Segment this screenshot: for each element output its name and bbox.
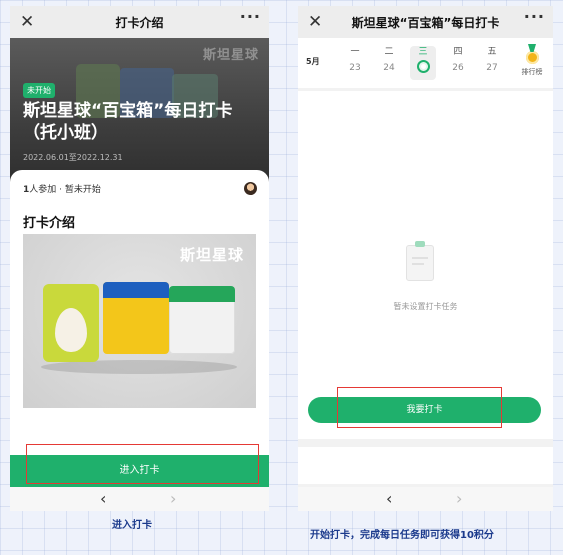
day-wed-today[interactable]: 三: [410, 46, 436, 80]
close-icon[interactable]: ✕: [20, 11, 34, 33]
day-name: 二: [384, 47, 394, 57]
avatar[interactable]: [244, 182, 257, 195]
day-number: 27: [486, 63, 498, 73]
leaderboard-label: 排行榜: [521, 68, 543, 76]
day-name: 四: [453, 47, 463, 57]
day-name: 三: [418, 47, 428, 57]
section-title: 打卡介绍: [23, 216, 76, 231]
right-phone-screen: ✕ 斯坦星球“百宝箱”每日打卡 ··· 5月 一 23 二 24 三 四 26 …: [298, 6, 553, 511]
day-tue[interactable]: 二 24: [376, 46, 402, 80]
product-logo: 斯坦星球: [179, 246, 244, 264]
today-indicator-icon: [416, 60, 430, 73]
checkin-title: 斯坦星球“百宝箱”每日打卡（托小班）: [23, 101, 233, 143]
month-label: 5月: [306, 57, 320, 66]
day-number: 26: [452, 63, 464, 73]
close-icon[interactable]: ✕: [308, 11, 322, 33]
forward-icon[interactable]: ›: [170, 489, 176, 508]
content-strip: [298, 447, 553, 484]
product-box-yellow-top: [103, 282, 169, 298]
product-image: 斯坦星球: [23, 234, 256, 408]
leaderboard-button[interactable]: 排行榜: [519, 44, 545, 77]
empty-clipboard-icon: [402, 241, 438, 285]
day-fri[interactable]: 五 27: [479, 46, 505, 80]
empty-state-text: 暂未设置打卡任务: [393, 302, 458, 311]
week-calendar: 5月 一 23 二 24 三 四 26 五 27 排行榜: [298, 38, 553, 88]
highlight-box-enter: [26, 444, 259, 484]
nav-bar: ✕ 打卡介绍 ···: [10, 6, 269, 38]
day-thu[interactable]: 四 26: [445, 46, 471, 80]
day-mon[interactable]: 一 23: [342, 46, 368, 80]
product-shadow: [41, 360, 237, 374]
clipboard-line: [412, 263, 424, 265]
left-phone-screen: ✕ 打卡介绍 ··· 斯坦星球 未开始 斯坦星球“百宝箱”每日打卡（托小班） 2…: [10, 6, 269, 511]
checkin-date-range: 2022.06.01至2022.12.31: [23, 153, 123, 162]
back-icon[interactable]: ‹: [386, 489, 392, 508]
caption-enter: 进入打卡: [112, 520, 152, 531]
browser-bottom-bar: ‹ ›: [298, 487, 553, 511]
egg: [55, 308, 87, 352]
clipboard-line: [412, 257, 428, 259]
hero-banner: 斯坦星球 未开始 斯坦星球“百宝箱”每日打卡（托小班） 2022.06.01至2…: [10, 38, 269, 188]
caption-checkin: 开始打卡，完成每日任务即可获得10积分: [310, 530, 494, 541]
status-badge: 未开始: [23, 83, 55, 98]
back-icon[interactable]: ‹: [100, 489, 106, 508]
day-name: 五: [487, 47, 497, 57]
more-icon[interactable]: ···: [524, 7, 545, 26]
day-number: 24: [383, 63, 395, 73]
participants-info: 1人参加 · 暂未开始: [23, 182, 101, 195]
page-title: 打卡介绍: [115, 16, 164, 30]
page-title: 斯坦星球“百宝箱”每日打卡: [351, 16, 500, 30]
day-number: 23: [349, 63, 361, 73]
intro-card: 1人参加 · 暂未开始 打卡介绍 斯坦星球: [10, 170, 269, 455]
hero-logo: 斯坦星球: [202, 48, 259, 63]
participants-status: 人参加 · 暂未开始: [29, 185, 101, 195]
clipboard-clip: [415, 241, 425, 247]
highlight-box-checkin: [337, 387, 502, 428]
medal-icon: [525, 51, 539, 64]
product-box-white-top: [169, 286, 235, 302]
browser-bottom-bar: ‹ ›: [10, 487, 269, 511]
more-icon[interactable]: ···: [240, 7, 261, 26]
day-name: 一: [350, 47, 360, 57]
nav-bar: ✕ 斯坦星球“百宝箱”每日打卡 ···: [298, 6, 553, 38]
forward-icon[interactable]: ›: [456, 489, 462, 508]
